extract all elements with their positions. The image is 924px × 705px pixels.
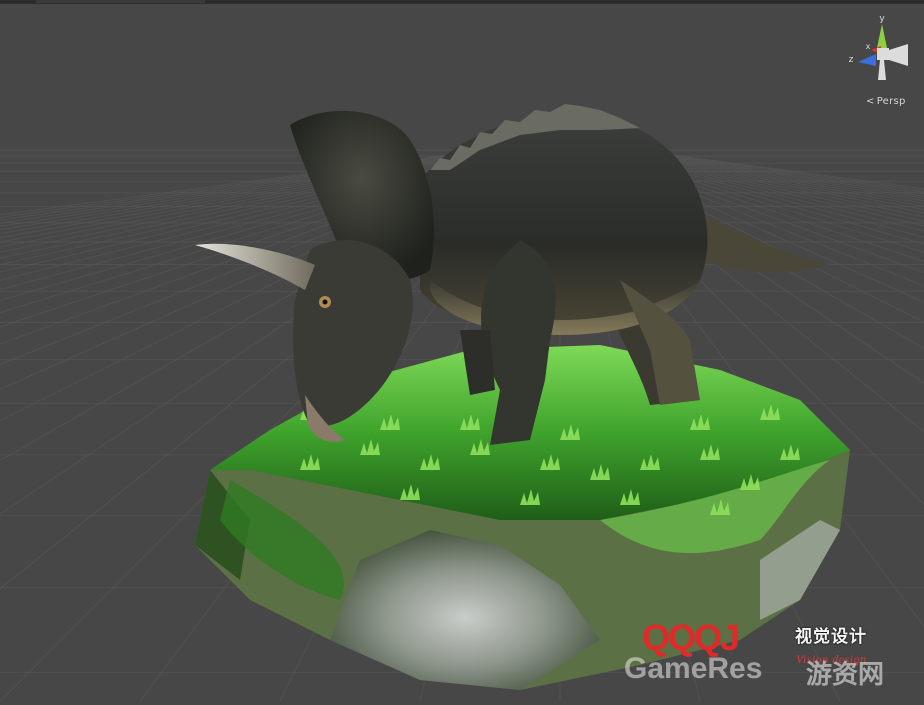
toolbar-segment — [0, 0, 36, 3]
toolbar-edge — [0, 0, 924, 4]
axis-z-cone[interactable]: z — [849, 54, 876, 66]
camera-mode-toggle[interactable]: < Persp — [866, 96, 906, 107]
axis-negative-cones[interactable] — [877, 44, 908, 80]
watermark-cn-text: 视觉设计 — [795, 627, 867, 647]
scene-orientation-gizmo[interactable]: y x z — [846, 10, 920, 90]
scene-canvas[interactable] — [0, 0, 924, 702]
axis-x-label: x — [866, 42, 871, 51]
watermark: QQQJ 视觉设计 Vision design GameRes 游资网 — [620, 618, 920, 698]
watermark-site: GameRes — [624, 652, 763, 685]
axis-y-label: y — [879, 14, 885, 24]
axis-y-cone[interactable]: y — [877, 14, 887, 48]
watermark-site-cn: 游资网 — [806, 660, 885, 690]
camera-mode-label: Persp — [876, 96, 906, 107]
scene-viewport[interactable]: y x z < Persp QQQJ 视觉设计 Vision design Gam… — [0, 0, 924, 702]
toolbar-segment — [205, 0, 924, 3]
projection-icon: < — [866, 96, 875, 107]
axis-z-label: z — [849, 55, 854, 65]
